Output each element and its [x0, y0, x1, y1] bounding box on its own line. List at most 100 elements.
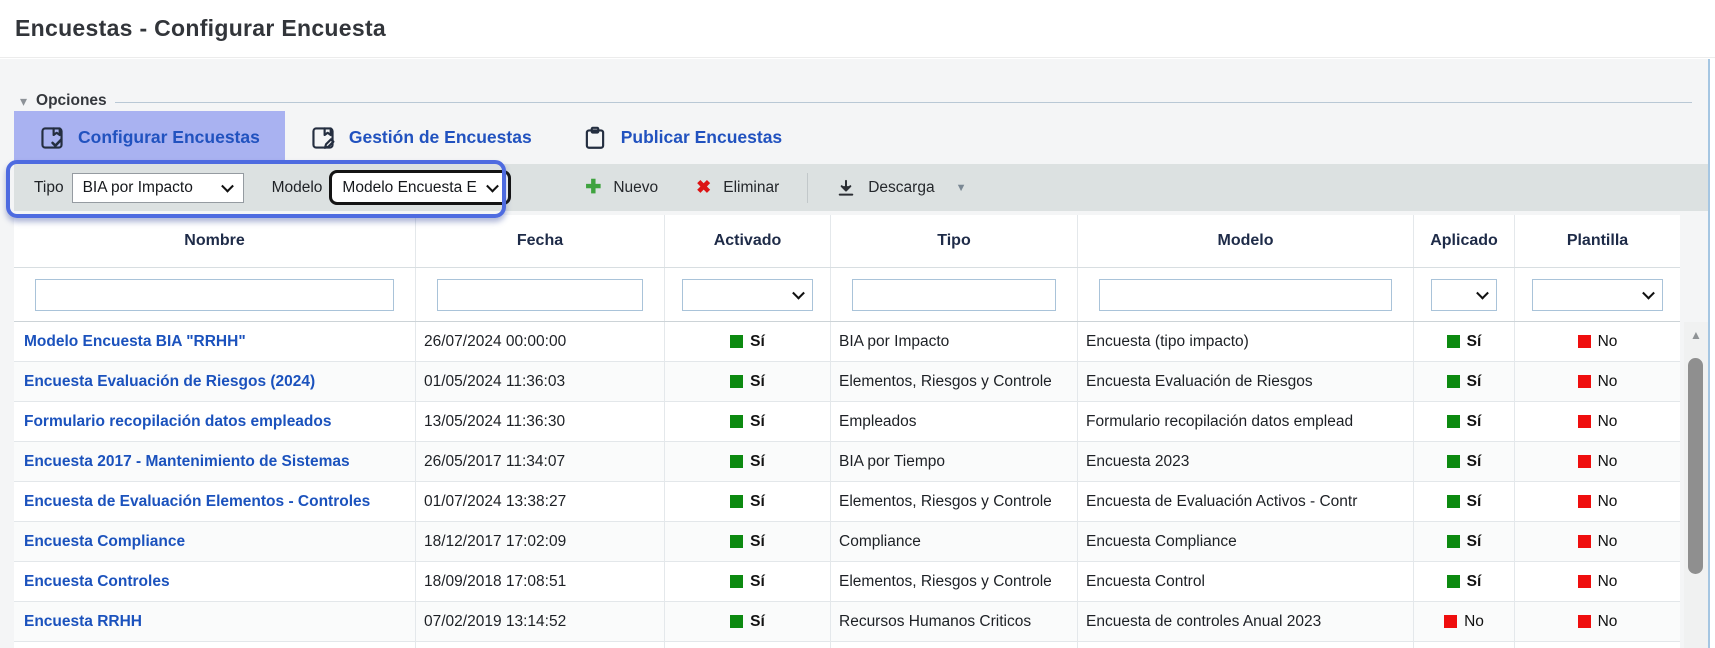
cell-activado: Sí — [665, 602, 831, 641]
fecha-value: 26/05/2017 11:34:07 — [424, 453, 565, 471]
status-square-icon — [1578, 535, 1591, 548]
filter-input-fecha[interactable] — [437, 279, 643, 311]
survey-link[interactable]: Encuesta RRHH — [24, 613, 142, 631]
nuevo-button-label: Nuevo — [613, 179, 658, 197]
tab-publicar-encuestas[interactable]: Publicar Encuestas — [557, 111, 807, 164]
activado-value: Sí — [750, 533, 765, 551]
vertical-scrollbar[interactable]: ▲ — [1684, 322, 1708, 648]
eliminar-button[interactable]: ✖ Eliminar — [696, 177, 779, 198]
scrollbar-up-arrow-icon[interactable]: ▲ — [1684, 328, 1708, 342]
plantilla-value: No — [1598, 573, 1618, 591]
cell-plantilla: No — [1515, 322, 1680, 361]
tipo-value: Elementos, Riesgos y Controle — [839, 373, 1052, 391]
cell-nombre: Encuesta Controles — [14, 562, 416, 601]
table-row-partial — [14, 642, 1680, 648]
survey-link[interactable]: Encuesta de Evaluación Elementos - Contr… — [24, 493, 370, 511]
modelo-label: Modelo — [272, 179, 323, 197]
descarga-button[interactable]: Descarga ▼ — [836, 178, 966, 198]
survey-link[interactable]: Encuesta Compliance — [24, 533, 185, 551]
status-square-icon — [1447, 575, 1460, 588]
tab-label: Configurar Encuestas — [78, 127, 260, 148]
scrollbar-thumb[interactable] — [1688, 358, 1703, 574]
cell-nombre: Encuesta Evaluación de Riesgos (2024) — [14, 362, 416, 401]
column-header-fecha[interactable]: Fecha — [416, 215, 665, 267]
toolbar-separator — [807, 173, 808, 203]
cell-activado: Sí — [665, 322, 831, 361]
nuevo-button[interactable]: ✚ Nuevo — [585, 176, 658, 199]
status-square-icon — [730, 375, 743, 388]
filter-input-tipo[interactable] — [852, 279, 1056, 311]
filter-select-plantilla[interactable] — [1532, 279, 1663, 311]
eliminar-button-label: Eliminar — [723, 179, 779, 197]
survey-link[interactable]: Modelo Encuesta BIA "RRHH" — [24, 333, 246, 351]
tab-label: Gestión de Encuestas — [349, 127, 532, 148]
cell-tipo: Compliance — [831, 522, 1078, 561]
plus-icon: ✚ — [585, 176, 601, 199]
cell-nombre: Encuesta 2017 - Mantenimiento de Sistema… — [14, 442, 416, 481]
cell-plantilla: No — [1515, 362, 1680, 401]
bookmark-check-icon — [39, 125, 65, 151]
aplicado-value: Sí — [1467, 453, 1482, 471]
survey-link[interactable]: Formulario recopilación datos empleados — [24, 413, 332, 431]
cell-plantilla: No — [1515, 602, 1680, 641]
clipboard-icon — [582, 125, 608, 151]
column-header-tipo[interactable]: Tipo — [831, 215, 1078, 267]
activado-value: Sí — [750, 413, 765, 431]
status-square-icon — [1578, 335, 1591, 348]
cell-fecha: 18/09/2018 17:08:51 — [416, 562, 665, 601]
status-square-icon — [1447, 535, 1460, 548]
modelo-value: Formulario recopilación datos emplead — [1086, 413, 1353, 431]
filter-input-nombre[interactable] — [35, 279, 394, 311]
cell-fecha: 18/12/2017 17:02:09 — [416, 522, 665, 561]
column-header-modelo[interactable]: Modelo — [1078, 215, 1414, 267]
status-square-icon — [730, 415, 743, 428]
survey-link[interactable]: Encuesta Evaluación de Riesgos (2024) — [24, 373, 315, 391]
status-square-icon — [1578, 415, 1591, 428]
cell-tipo: Empleados — [831, 402, 1078, 441]
caret-down-icon: ▼ — [956, 182, 967, 194]
column-header-activado[interactable]: Activado — [665, 215, 831, 267]
survey-link[interactable]: Encuesta 2017 - Mantenimiento de Sistema… — [24, 453, 350, 471]
cell-plantilla: No — [1515, 522, 1680, 561]
table-filter-row — [14, 268, 1680, 322]
filter-select-activado[interactable] — [682, 279, 813, 311]
surveys-table: Nombre Fecha Activado Tipo Modelo Aplica… — [14, 215, 1680, 648]
tab-configurar-encuestas[interactable]: Configurar Encuestas — [14, 111, 285, 164]
modelo-value: Encuesta Control — [1086, 573, 1205, 591]
modelo-value: Encuesta de Evaluación Activos - Contr — [1086, 493, 1357, 511]
plantilla-value: No — [1598, 533, 1618, 551]
column-header-aplicado[interactable]: Aplicado — [1414, 215, 1515, 267]
tab-bar: Configurar Encuestas Gestión de Encuesta… — [14, 111, 807, 164]
column-header-nombre[interactable]: Nombre — [14, 215, 416, 267]
cell-fecha: 13/05/2024 11:36:30 — [416, 402, 665, 441]
cell-nombre: Modelo Encuesta BIA "RRHH" — [14, 322, 416, 361]
cell-modelo: Encuesta de controles Anual 2023 — [1078, 602, 1414, 641]
chevron-down-icon — [487, 179, 500, 192]
tipo-value: Elementos, Riesgos y Controle — [839, 573, 1052, 591]
survey-link[interactable]: Encuesta Controles — [24, 573, 170, 591]
tab-label: Publicar Encuestas — [621, 127, 782, 148]
cell-aplicado: Sí — [1414, 402, 1515, 441]
collapse-triangle-icon[interactable]: ▾ — [20, 93, 27, 110]
tipo-select[interactable]: BIA por Impacto — [72, 173, 244, 203]
status-square-icon — [1578, 375, 1591, 388]
cell-modelo: Formulario recopilación datos emplead — [1078, 402, 1414, 441]
plantilla-value: No — [1598, 453, 1618, 471]
options-label: Opciones — [36, 92, 107, 110]
table-row: Encuesta Evaluación de Riesgos (2024) 01… — [14, 362, 1680, 402]
column-header-plantilla[interactable]: Plantilla — [1515, 215, 1680, 267]
activado-value: Sí — [750, 373, 765, 391]
tab-gestion-de-encuestas[interactable]: Gestión de Encuestas — [285, 111, 557, 164]
filter-select-aplicado[interactable] — [1431, 279, 1497, 311]
chevron-down-icon — [1642, 286, 1655, 299]
plantilla-value: No — [1598, 413, 1618, 431]
plantilla-value: No — [1598, 493, 1618, 511]
status-square-icon — [1578, 575, 1591, 588]
cell-plantilla: No — [1515, 402, 1680, 441]
filter-input-modelo[interactable] — [1099, 279, 1392, 311]
cell-tipo: Recursos Humanos Criticos — [831, 602, 1078, 641]
tipo-value: Compliance — [839, 533, 921, 551]
cell-modelo: Encuesta 2023 — [1078, 442, 1414, 481]
modelo-select[interactable]: Modelo Encuesta E — [329, 170, 511, 205]
cell-modelo: Encuesta (tipo impacto) — [1078, 322, 1414, 361]
